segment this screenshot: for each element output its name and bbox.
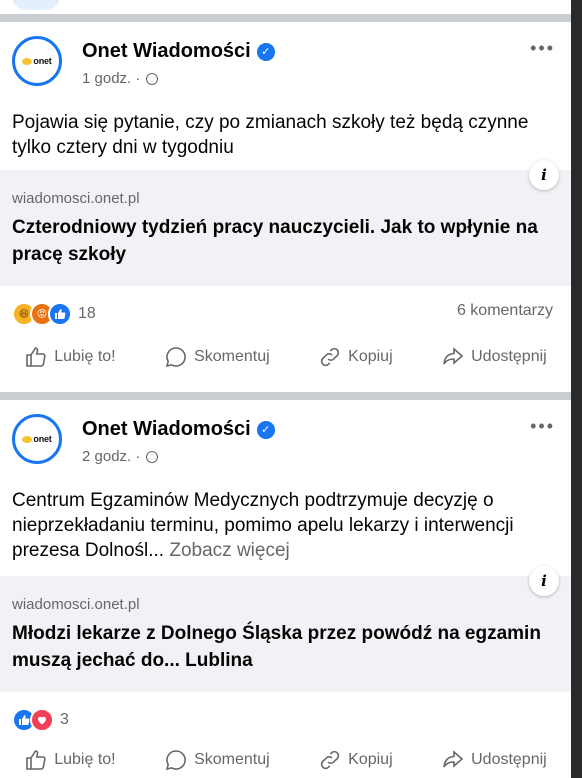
link-preview[interactable]: i wiadomosci.onet.pl Czterodniowy tydzie…: [0, 160, 571, 286]
reactions-summary[interactable]: 3: [12, 708, 69, 732]
reactions-summary[interactable]: 😆 😡 18: [12, 302, 96, 326]
globe-icon: [146, 72, 159, 85]
link-domain: wiadomosci.onet.pl: [12, 190, 140, 207]
share-arrow-icon: [443, 347, 464, 365]
see-more-link[interactable]: Zobacz więcej: [169, 540, 289, 561]
post-text: Centrum Egzaminów Medycznych podtrzymuje…: [12, 490, 514, 561]
share-button[interactable]: Udostępnij: [441, 748, 547, 772]
post-text: Pojawia się pytanie, czy po zmianach szk…: [12, 112, 529, 158]
share-button[interactable]: Udostępnij: [441, 345, 547, 369]
like-button[interactable]: Lubię to!: [24, 345, 116, 369]
page-name[interactable]: Onet Wiadomości ✓: [82, 40, 275, 63]
post-time[interactable]: 2 godz. ·: [82, 448, 140, 465]
more-options-icon[interactable]: •••: [530, 416, 555, 437]
post-actions: Lubię to! Skomentuj Kopiuj Udostępnij: [0, 748, 571, 772]
comment-button[interactable]: Skomentuj: [164, 748, 270, 772]
previous-post-remnant: [0, 0, 571, 14]
page-avatar[interactable]: onet: [12, 36, 62, 86]
page-name[interactable]: Onet Wiadomości ✓: [82, 418, 275, 441]
onet-logo: onet: [22, 434, 52, 444]
verified-badge-icon: ✓: [256, 420, 275, 439]
info-icon[interactable]: i: [529, 160, 559, 190]
link-icon: [320, 750, 340, 770]
onet-logo: onet: [22, 56, 52, 66]
more-options-icon[interactable]: •••: [530, 38, 555, 59]
feed-separator: [0, 14, 571, 22]
post-meta: 2 godz. ·: [82, 448, 159, 465]
feed-separator: [0, 392, 571, 400]
link-title[interactable]: Młodzi lekarze z Dolnego Śląska przez po…: [12, 620, 551, 674]
link-preview[interactable]: i wiadomosci.onet.pl Młodzi lekarze z Do…: [0, 566, 571, 692]
comments-count[interactable]: 6 komentarzy: [457, 302, 553, 320]
verified-badge-icon: ✓: [256, 42, 275, 61]
share-arrow-icon: [443, 750, 464, 768]
link-title[interactable]: Czterodniowy tydzień pracy nauczycieli. …: [12, 214, 551, 268]
info-icon[interactable]: i: [529, 566, 559, 596]
comment-button[interactable]: Skomentuj: [164, 345, 270, 369]
screen-edge: [571, 0, 582, 778]
reaction-count: 3: [60, 711, 69, 728]
post-meta: 1 godz. ·: [82, 70, 159, 87]
like-button[interactable]: Lubię to!: [24, 748, 116, 772]
reaction-count: 18: [78, 305, 96, 322]
page-avatar[interactable]: onet: [12, 414, 62, 464]
thumbs-up-icon: [26, 347, 46, 367]
love-reaction-icon: [30, 708, 54, 732]
comment-bubble-icon: [165, 347, 186, 368]
feed: onet Onet Wiadomości ✓ 1 godz. · ••• Poj…: [0, 0, 582, 778]
post-card: onet Onet Wiadomości ✓ 1 godz. · ••• Poj…: [0, 22, 571, 392]
copy-button[interactable]: Kopiuj: [318, 345, 393, 369]
comment-bubble-icon: [165, 750, 186, 771]
like-reaction-icon: [48, 302, 72, 326]
post-card: onet Onet Wiadomości ✓ 2 godz. · ••• Cen…: [0, 400, 571, 778]
link-domain: wiadomosci.onet.pl: [12, 596, 140, 613]
post-actions: Lubię to! Skomentuj Kopiuj Udostępnij: [0, 345, 571, 369]
post-time[interactable]: 1 godz. ·: [82, 70, 140, 87]
thumbs-up-icon: [26, 750, 46, 770]
copy-button[interactable]: Kopiuj: [318, 748, 393, 772]
link-icon: [320, 347, 340, 367]
globe-icon: [146, 450, 159, 463]
